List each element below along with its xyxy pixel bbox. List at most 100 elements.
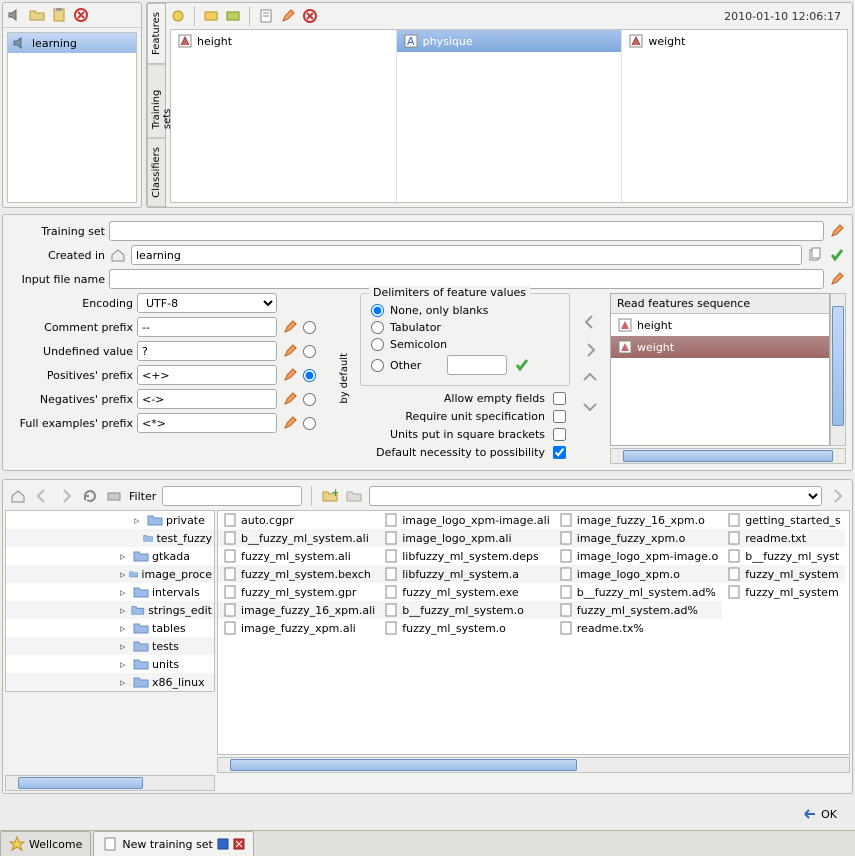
feature-physique[interactable]: Aphysique <box>397 30 622 52</box>
edit-icon[interactable] <box>257 7 275 25</box>
file-item[interactable]: image_fuzzy_xpm.o <box>554 529 722 547</box>
pencil-icon[interactable] <box>279 7 297 25</box>
edit-comment-prefix-icon[interactable] <box>281 318 299 336</box>
positives-default-radio[interactable] <box>303 369 316 382</box>
tool1-icon[interactable] <box>169 7 187 25</box>
allow-empty-check[interactable] <box>553 392 566 405</box>
file-item[interactable]: image_logo_xpm.ali <box>379 529 554 547</box>
file-item[interactable]: b__fuzzy_ml_system.ali <box>218 529 379 547</box>
fb-tree-row[interactable]: ▹strings_edit <box>6 601 214 619</box>
vtab-features[interactable]: Features <box>147 3 165 64</box>
default-necessity-check[interactable] <box>553 446 566 459</box>
file-item[interactable]: libfuzzy_ml_system.deps <box>379 547 554 565</box>
file-item[interactable]: fuzzy_ml_system.ad% <box>554 601 722 619</box>
file-item[interactable]: getting_started_s <box>722 511 845 529</box>
encoding-select[interactable]: UTF-8 <box>137 293 277 313</box>
fb-newfolder-icon[interactable]: + <box>321 487 339 505</box>
tab-new-training-set[interactable]: New training set <box>93 831 253 856</box>
file-item[interactable]: b__fuzzy_ml_system.ad% <box>554 583 722 601</box>
fb-tree-row[interactable]: ▹x86_linux <box>6 673 214 691</box>
fb-tree-row[interactable]: ▹tests <box>6 637 214 655</box>
filter-input[interactable] <box>162 486 302 506</box>
fb-files-hscroll[interactable] <box>217 757 850 773</box>
tool3-icon[interactable] <box>224 7 242 25</box>
read-seq-vscroll[interactable] <box>830 293 846 446</box>
fb-tree-row[interactable]: ▹image_proce <box>6 565 214 583</box>
comment-prefix-default-radio[interactable] <box>303 321 316 334</box>
delim-other-radio[interactable] <box>371 359 384 372</box>
tab-close-icon[interactable] <box>233 838 245 850</box>
fb-tree-row[interactable]: ▹units <box>6 655 214 673</box>
file-item[interactable]: image_fuzzy_16_xpm.o <box>554 511 722 529</box>
undefined-value-default-radio[interactable] <box>303 345 316 358</box>
folder-open-icon[interactable] <box>28 6 46 24</box>
delim-semi-radio[interactable] <box>371 338 384 351</box>
negatives-prefix-input[interactable] <box>137 389 277 409</box>
fb-tree-row[interactable]: ▹tables <box>6 619 214 637</box>
require-unit-check[interactable] <box>553 410 566 423</box>
edit-full-examples-icon[interactable] <box>281 414 299 432</box>
fb-refresh-icon[interactable] <box>81 487 99 505</box>
comment-prefix-input[interactable] <box>137 317 277 337</box>
expander-icon[interactable]: ▹ <box>120 676 130 689</box>
file-item[interactable]: fuzzy_ml_system.ali <box>218 547 379 565</box>
delim-other-check-icon[interactable] <box>513 356 531 374</box>
file-item[interactable]: readme.txt <box>722 529 845 547</box>
feature-height[interactable]: height <box>171 30 396 52</box>
file-item[interactable]: readme.tx% <box>554 619 722 637</box>
move-up-icon[interactable] <box>581 369 599 387</box>
tab-wellcome[interactable]: Wellcome <box>0 831 91 856</box>
ok-button[interactable]: OK <box>793 804 845 824</box>
delim-tab-radio[interactable] <box>371 321 384 334</box>
edit-negatives-icon[interactable] <box>281 390 299 408</box>
fb-tree-hscroll[interactable] <box>5 775 215 791</box>
delim-none-radio[interactable] <box>371 304 384 317</box>
expander-icon[interactable]: ▹ <box>120 550 130 563</box>
fb-path-select[interactable] <box>369 486 822 506</box>
speaker-icon[interactable] <box>6 6 24 24</box>
fb-folder-icon[interactable] <box>345 487 363 505</box>
file-item[interactable]: image_logo_xpm.o <box>554 565 722 583</box>
close-icon[interactable] <box>72 6 90 24</box>
created-in-input[interactable] <box>131 245 802 265</box>
copy-icon[interactable] <box>806 246 824 264</box>
fb-tree-row[interactable]: ▹private <box>6 511 214 529</box>
file-item[interactable]: fuzzy_ml_system <box>722 583 845 601</box>
file-item[interactable]: fuzzy_ml_system.gpr <box>218 583 379 601</box>
delim-other-input[interactable] <box>447 355 507 375</box>
vtab-training-sets[interactable]: Training sets <box>147 64 165 138</box>
positives-prefix-input[interactable] <box>137 365 277 385</box>
fb-back-icon[interactable] <box>33 487 51 505</box>
read-seq-item-weight[interactable]: weight <box>611 336 829 358</box>
expander-icon[interactable]: ▹ <box>120 640 130 653</box>
delete-icon[interactable] <box>301 7 319 25</box>
training-set-input[interactable] <box>109 221 824 241</box>
move-right-icon[interactable] <box>581 341 599 359</box>
file-item[interactable]: libfuzzy_ml_system.a <box>379 565 554 583</box>
file-item[interactable]: fuzzy_ml_system.o <box>379 619 554 637</box>
file-item[interactable]: fuzzy_ml_system.bexch <box>218 565 379 583</box>
expander-icon[interactable]: ▹ <box>120 658 130 671</box>
file-item[interactable]: b__fuzzy_ml_syst <box>722 547 845 565</box>
tree-item-learning[interactable]: learning <box>8 33 136 53</box>
fb-go-icon[interactable] <box>828 487 846 505</box>
vtab-classifiers[interactable]: Classifiers <box>147 138 165 207</box>
tab-restore-icon[interactable] <box>217 838 229 850</box>
full-examples-input[interactable] <box>137 413 277 433</box>
edit-positives-icon[interactable] <box>281 366 299 384</box>
expander-icon[interactable]: ▹ <box>120 586 130 599</box>
home-icon[interactable] <box>109 246 127 264</box>
file-item[interactable]: b__fuzzy_ml_system.o <box>379 601 554 619</box>
fb-drive-icon[interactable] <box>105 487 123 505</box>
file-item[interactable]: image_fuzzy_xpm.ali <box>218 619 379 637</box>
read-seq-hscroll[interactable] <box>610 448 846 464</box>
expander-icon[interactable]: ▹ <box>134 514 144 527</box>
move-down-icon[interactable] <box>581 397 599 415</box>
edit-undefined-value-icon[interactable] <box>281 342 299 360</box>
file-item[interactable]: fuzzy_ml_system.exe <box>379 583 554 601</box>
expander-icon[interactable]: ▹ <box>120 568 126 581</box>
file-item[interactable]: fuzzy_ml_system <box>722 565 845 583</box>
fb-forward-icon[interactable] <box>57 487 75 505</box>
tool2-icon[interactable] <box>202 7 220 25</box>
units-brackets-check[interactable] <box>553 428 566 441</box>
